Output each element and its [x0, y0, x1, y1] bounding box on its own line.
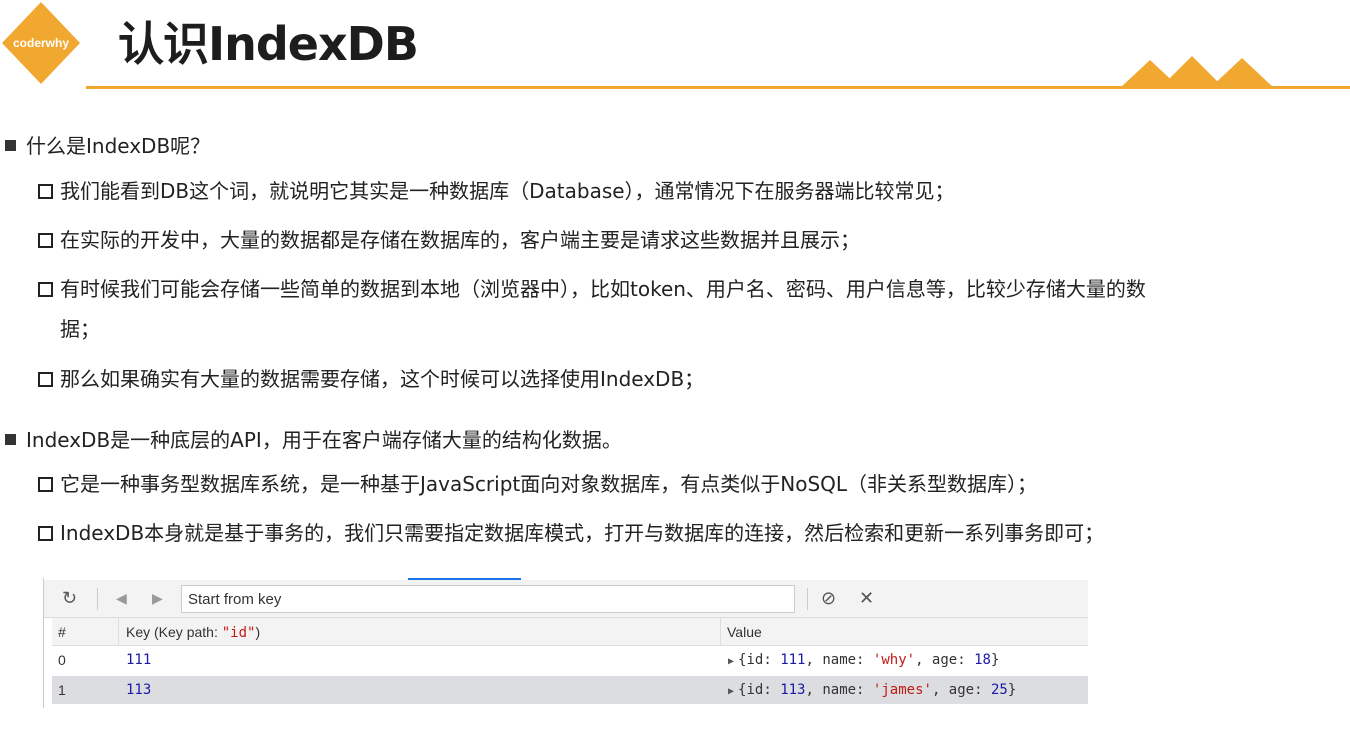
hollow-square-bullet-icon: [38, 233, 53, 248]
column-key: Key (Key path: "id"): [126, 624, 261, 641]
toolbar-separator: [97, 588, 98, 610]
square-bullet-icon: [5, 140, 16, 151]
page-title: 认识IndexDB: [118, 17, 419, 71]
toolbar-separator: [807, 588, 808, 610]
column-separator: [118, 618, 119, 646]
table-row[interactable]: 0 111 ▶ {id: 111, name: 'why', age: 18}: [52, 646, 1088, 674]
expand-triangle-icon[interactable]: ▶: [728, 656, 734, 667]
start-from-key-input[interactable]: Start from key: [181, 585, 795, 613]
expand-triangle-icon[interactable]: ▶: [728, 686, 734, 697]
hollow-square-bullet-icon: [38, 526, 53, 541]
triangle-right-icon[interactable]: ▶: [152, 590, 163, 607]
row-value: ▶ {id: 113, name: 'james', age: 25}: [728, 682, 1017, 698]
triangle-left-icon[interactable]: ◀: [116, 590, 127, 607]
row-index: 1: [58, 682, 66, 698]
hollow-square-bullet-icon: [38, 372, 53, 387]
hollow-square-bullet-icon: [38, 184, 53, 199]
list-item: 那么如果确实有大量的数据需要存储，这个时候可以选择使用IndexDB；: [38, 360, 704, 398]
row-key: 111: [126, 652, 152, 668]
header-divider: [86, 86, 1350, 89]
list-item: 在实际的开发中，大量的数据都是存储在数据库的，客户端主要是请求这些数据并且展示；: [38, 221, 860, 259]
hollow-square-bullet-icon: [38, 477, 53, 492]
refresh-icon[interactable]: ↻: [62, 588, 77, 609]
table-header: # Key (Key path: "id") Value: [52, 618, 1088, 646]
row-key: 113: [126, 682, 152, 698]
panel-toolbar: ↻ ◀ ▶ Start from key ⊘ ✕: [44, 580, 1088, 618]
mountains-decoration: [1120, 56, 1274, 88]
section-heading: 什么是IndexDB呢？: [5, 130, 210, 159]
list-item: 我们能看到DB这个词，就说明它其实是一种数据库（Database），通常情况下在…: [38, 172, 955, 210]
square-bullet-icon: [5, 434, 16, 445]
hollow-square-bullet-icon: [38, 282, 53, 297]
row-index: 0: [58, 652, 66, 668]
list-item: IndexDB本身就是基于事务的，我们只需要指定数据库模式，打开与数据库的连接，…: [38, 514, 1104, 552]
table-row[interactable]: 1 113 ▶ {id: 113, name: 'james', age: 25}: [52, 676, 1088, 704]
indexeddb-panel: ↻ ◀ ▶ Start from key ⊘ ✕ # Key (Key path…: [43, 578, 1088, 708]
clear-icon[interactable]: ⊘: [821, 588, 836, 609]
row-value: ▶ {id: 111, name: 'why', age: 18}: [728, 652, 1000, 668]
section-heading: IndexDB是一种底层的API，用于在客户端存储大量的结构化数据。: [5, 424, 622, 453]
list-item: 它是一种事务型数据库系统，是一种基于JavaScript面向对象数据库，有点类似…: [38, 465, 1037, 503]
coderwhy-logo: coderwhy: [0, 0, 82, 86]
close-icon[interactable]: ✕: [859, 588, 874, 609]
list-item-continuation: 据；: [60, 317, 100, 341]
column-index: #: [58, 624, 66, 640]
column-value: Value: [727, 624, 762, 640]
list-item: 有时候我们可能会存储一些简单的数据到本地（浏览器中），比如token、用户名、密…: [38, 270, 1146, 308]
column-separator: [720, 618, 721, 646]
logo-text: coderwhy: [12, 36, 69, 50]
